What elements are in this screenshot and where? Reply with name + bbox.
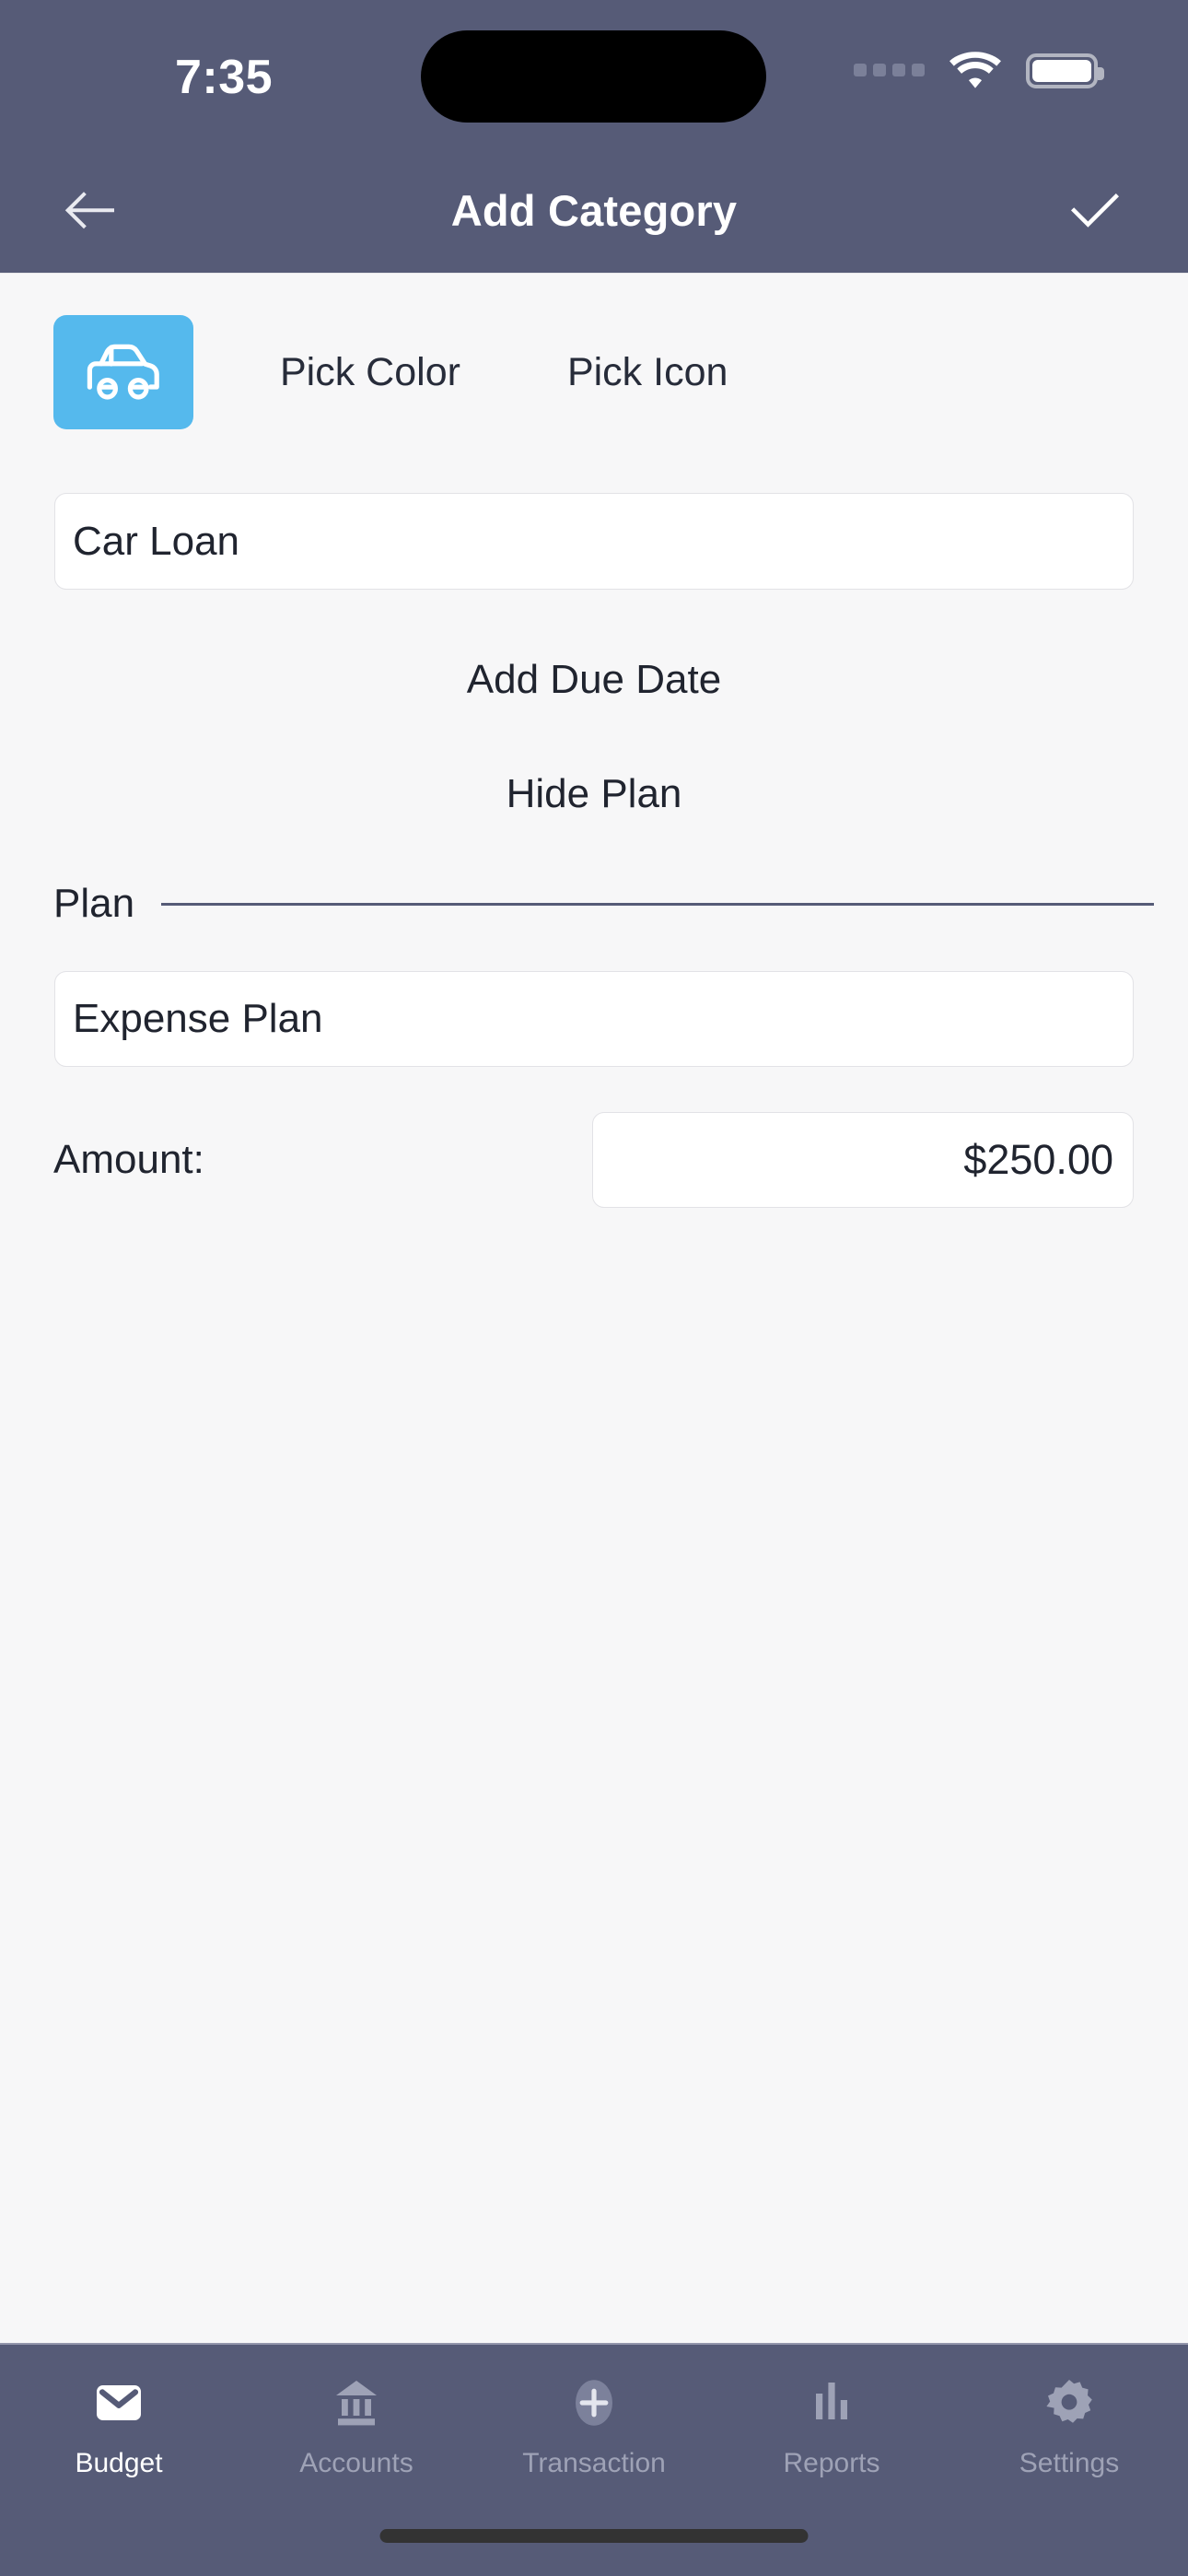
arrow-left-icon xyxy=(64,192,114,229)
confirm-button[interactable] xyxy=(1063,178,1127,242)
status-indicators xyxy=(854,52,1104,90)
hide-plan-button[interactable]: Hide Plan xyxy=(0,771,1188,817)
plan-name-input[interactable]: Expense Plan xyxy=(54,971,1134,1067)
pick-icon-button[interactable]: Pick Icon xyxy=(567,350,728,395)
nav-label-transaction: Transaction xyxy=(522,2448,666,2478)
amount-input[interactable]: $250.00 xyxy=(592,1112,1134,1208)
form-content: Pick Color Pick Icon Car Loan Add Due Da… xyxy=(0,274,1188,2343)
category-name-input[interactable]: Car Loan xyxy=(54,493,1134,590)
nav-item-settings[interactable]: Settings xyxy=(950,2371,1188,2479)
plan-section-header: Plan xyxy=(53,881,1154,927)
nav-item-budget[interactable]: Budget xyxy=(0,2371,238,2479)
section-divider xyxy=(161,902,1154,906)
plus-circle-icon xyxy=(568,2371,620,2435)
envelope-icon xyxy=(93,2371,145,2435)
page-title: Add Category xyxy=(450,185,738,235)
plan-section-label: Plan xyxy=(53,881,135,926)
amount-row: Amount: $250.00 xyxy=(53,1112,1134,1208)
nav-item-accounts[interactable]: Accounts xyxy=(238,2371,475,2479)
icon-color-picker-row: Pick Color Pick Icon xyxy=(0,274,1188,429)
status-time: 7:35 xyxy=(175,51,274,104)
bar-chart-icon xyxy=(806,2371,857,2435)
nav-label-settings: Settings xyxy=(1019,2448,1120,2478)
dynamic-island xyxy=(421,30,766,123)
nav-item-reports[interactable]: Reports xyxy=(713,2371,950,2479)
nav-label-accounts: Accounts xyxy=(299,2448,413,2478)
bank-icon xyxy=(331,2371,382,2435)
car-icon xyxy=(87,344,159,400)
nav-label-budget: Budget xyxy=(75,2448,163,2478)
gear-icon xyxy=(1043,2371,1095,2435)
nav-label-reports: Reports xyxy=(783,2448,880,2478)
phone-screen: 7:35 Add Category Pick Color Pick Icon C… xyxy=(0,0,1188,2576)
pick-color-button[interactable]: Pick Color xyxy=(280,350,460,395)
checkmark-icon xyxy=(1071,193,1119,228)
wifi-icon xyxy=(949,52,1001,88)
add-due-date-button[interactable]: Add Due Date xyxy=(0,657,1188,703)
battery-full-icon xyxy=(1026,53,1104,88)
back-button[interactable] xyxy=(57,178,122,242)
app-bar: Add Category xyxy=(0,147,1188,274)
amount-label: Amount: xyxy=(53,1137,204,1182)
category-icon-preview[interactable] xyxy=(53,315,193,429)
signal-dots-icon xyxy=(854,64,925,76)
nav-item-transaction[interactable]: Transaction xyxy=(475,2371,713,2479)
status-bar: 7:35 xyxy=(0,0,1188,147)
home-indicator[interactable] xyxy=(379,2529,809,2543)
